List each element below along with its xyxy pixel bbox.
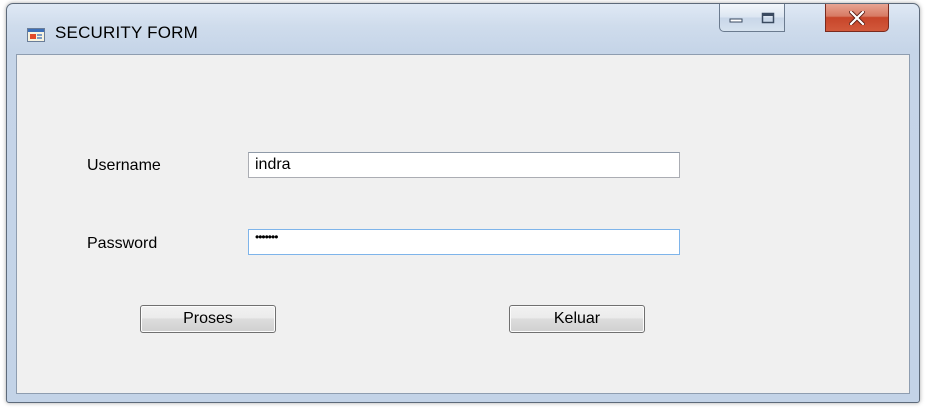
proses-button[interactable]: Proses <box>140 305 276 333</box>
keluar-button[interactable]: Keluar <box>509 305 645 333</box>
title-bar[interactable]: SECURITY FORM <box>7 4 919 54</box>
maximize-button[interactable] <box>752 4 785 32</box>
minimize-button[interactable] <box>719 4 753 32</box>
username-value: indra <box>255 156 291 173</box>
close-button[interactable] <box>825 4 889 32</box>
maximize-icon <box>761 12 775 23</box>
password-input[interactable]: ••••••• <box>248 229 680 255</box>
password-label: Password <box>87 235 158 252</box>
username-label: Username <box>87 157 161 174</box>
window-title: SECURITY FORM <box>55 23 199 42</box>
username-input[interactable]: indra <box>248 152 680 178</box>
minimize-icon <box>729 18 743 22</box>
form-app-icon <box>27 28 45 42</box>
security-form-window: SECURITY FORM Username indra Password ••… <box>6 3 920 403</box>
password-masked-value: ••••••• <box>255 230 278 244</box>
form-client-area: Username indra Password ••••••• Proses K… <box>16 54 910 394</box>
close-icon <box>849 10 865 25</box>
